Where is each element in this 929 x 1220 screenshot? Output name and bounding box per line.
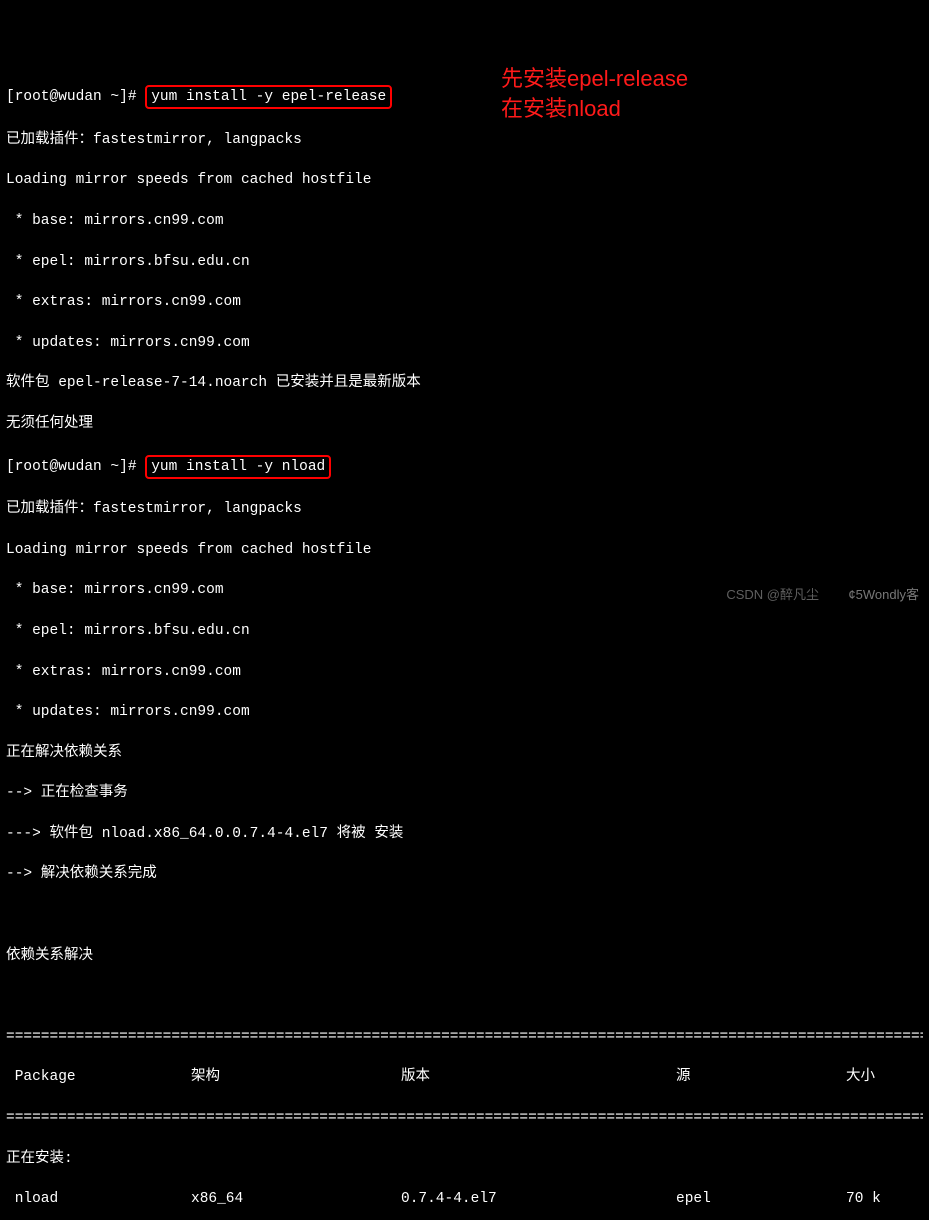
blank-line	[6, 905, 923, 925]
command-1-highlight: yum install -y epel-release	[145, 85, 392, 109]
output-line: --> 正在检查事务	[6, 783, 923, 803]
annotation-1: 先安装epel-release	[501, 64, 688, 95]
prompt-line-1: [root@wudan ~]# yum install -y epel-rele…	[6, 85, 923, 109]
output-line: --> 解决依赖关系完成	[6, 864, 923, 884]
header-package: Package	[6, 1067, 191, 1087]
prompt-2: [root@wudan ~]#	[6, 459, 145, 475]
annotation-2: 在安装nload	[501, 94, 621, 125]
cell-size: 70 k	[846, 1189, 906, 1209]
table-header-row: Package 架构 版本 源 大小	[6, 1067, 923, 1087]
divider-line: ========================================…	[6, 1027, 923, 1047]
watermark-other: ¢5Wondly客	[848, 586, 919, 604]
output-line: * epel: mirrors.bfsu.edu.cn	[6, 252, 923, 272]
cell-arch: x86_64	[191, 1189, 401, 1209]
header-size: 大小	[846, 1067, 906, 1087]
output-line: * base: mirrors.cn99.com	[6, 211, 923, 231]
command-2-highlight: yum install -y nload	[145, 455, 331, 479]
output-line: 正在解决依赖关系	[6, 743, 923, 763]
output-line: * updates: mirrors.cn99.com	[6, 702, 923, 722]
command-2: yum install -y nload	[151, 459, 325, 475]
output-line: 软件包 epel-release-7-14.noarch 已安装并且是最新版本	[6, 373, 923, 393]
output-line: 已加载插件：fastestmirror, langpacks	[6, 499, 923, 519]
cell-version: 0.7.4-4.el7	[401, 1189, 676, 1209]
installing-label: 正在安装:	[6, 1149, 923, 1169]
cell-package: nload	[6, 1189, 191, 1209]
output-line: Loading mirror speeds from cached hostfi…	[6, 170, 923, 190]
output-line: 依赖关系解决	[6, 946, 923, 966]
output-line: * epel: mirrors.bfsu.edu.cn	[6, 621, 923, 641]
blank-line	[6, 986, 923, 1006]
header-repo: 源	[676, 1067, 846, 1087]
prompt-1: [root@wudan ~]#	[6, 89, 145, 105]
cell-repo: epel	[676, 1189, 846, 1209]
output-line: ---> 软件包 nload.x86_64.0.0.7.4-4.el7 将被 安…	[6, 824, 923, 844]
output-line: * extras: mirrors.cn99.com	[6, 662, 923, 682]
output-line: * updates: mirrors.cn99.com	[6, 333, 923, 353]
command-1: yum install -y epel-release	[151, 89, 386, 105]
output-line: 无须任何处理	[6, 414, 923, 434]
watermark-csdn: CSDN @醉凡尘	[726, 586, 819, 604]
table-row: nload x86_64 0.7.4-4.el7 epel 70 k	[6, 1189, 923, 1209]
header-version: 版本	[401, 1067, 676, 1087]
output-line: Loading mirror speeds from cached hostfi…	[6, 540, 923, 560]
divider-line: ========================================…	[6, 1108, 923, 1128]
prompt-line-2: [root@wudan ~]# yum install -y nload	[6, 455, 923, 479]
header-arch: 架构	[191, 1067, 401, 1087]
output-line: 已加载插件：fastestmirror, langpacks	[6, 130, 923, 150]
output-line: * extras: mirrors.cn99.com	[6, 292, 923, 312]
